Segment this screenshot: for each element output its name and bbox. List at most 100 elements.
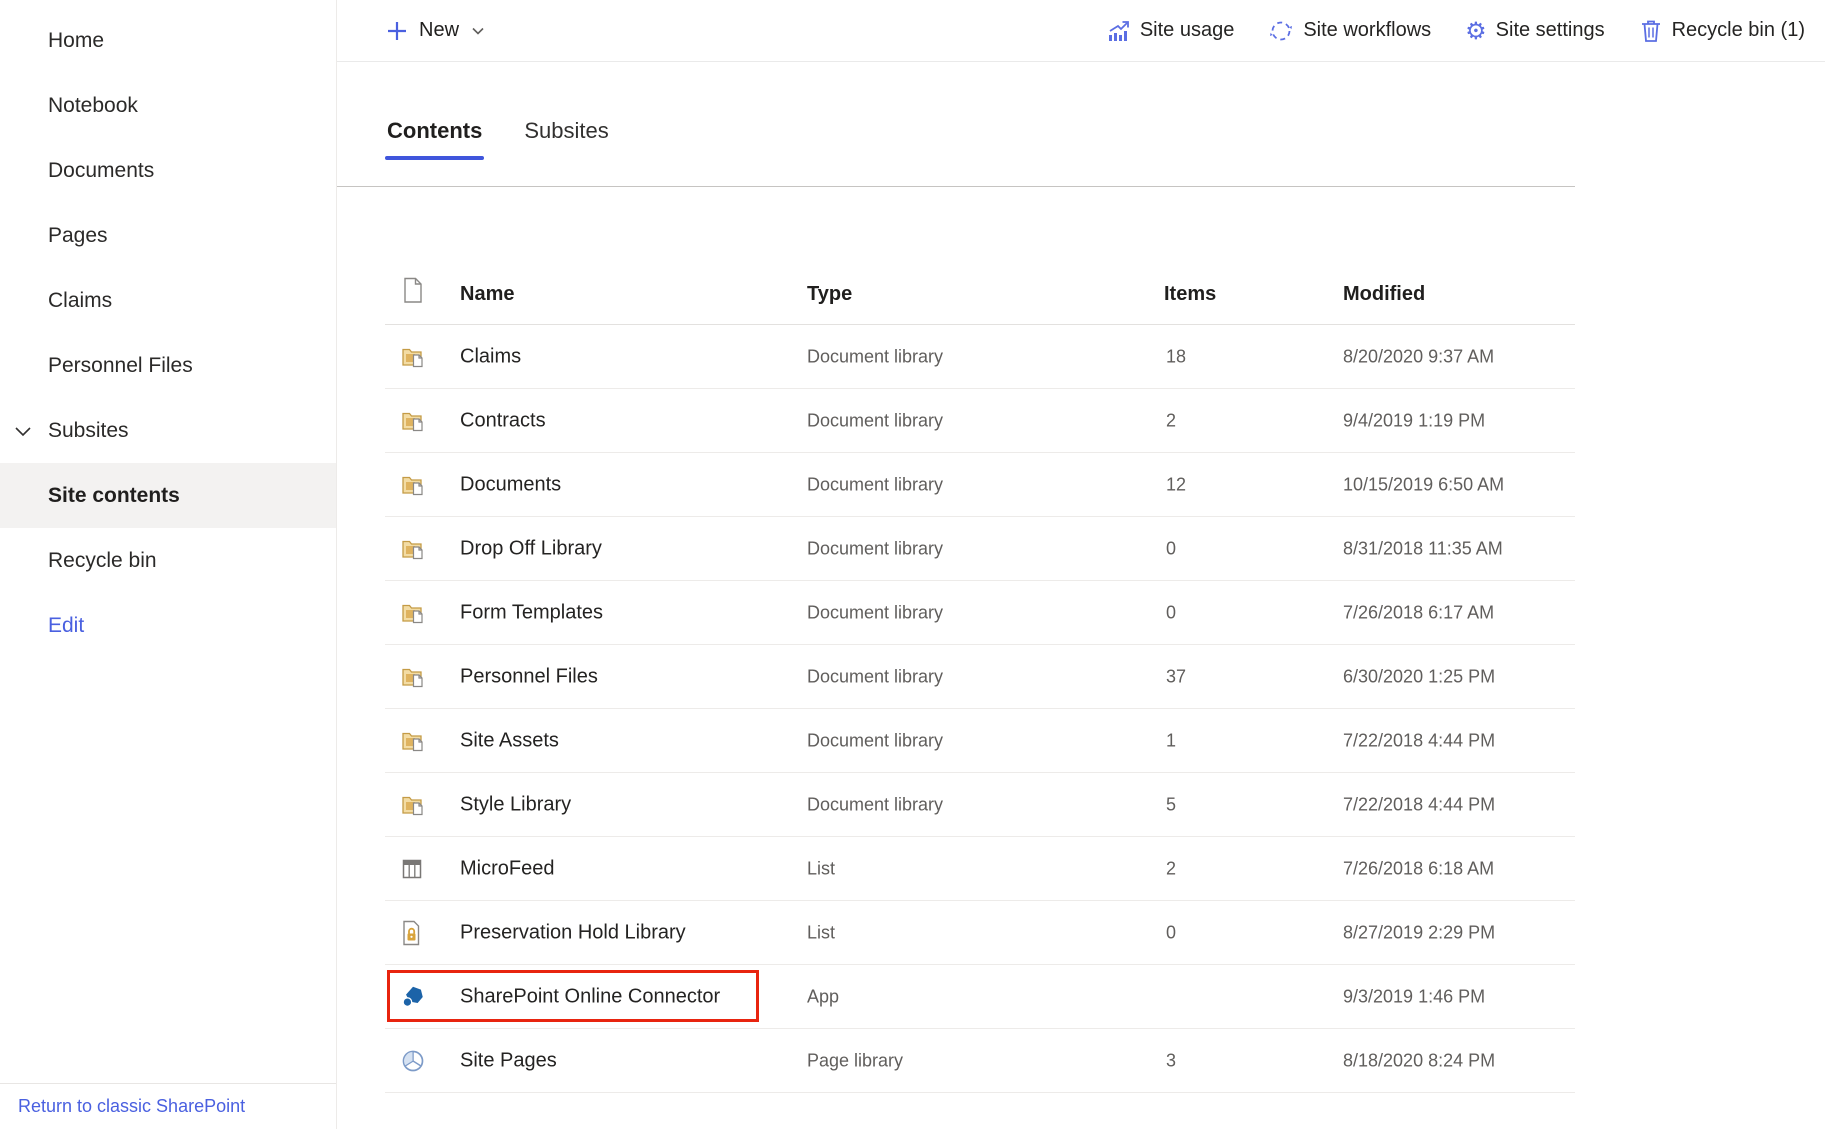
sidebar-item-edit[interactable]: Edit — [0, 593, 336, 658]
item-count: 0 — [1166, 538, 1176, 559]
column-header-items[interactable]: Items — [1164, 283, 1216, 306]
table-row-microfeed[interactable]: MicroFeedList27/26/2018 6:18 AM — [385, 837, 1575, 901]
command-bar: New Site usage Site workflows ⚙Site settin… — [337, 0, 1825, 62]
item-name[interactable]: Site Pages — [460, 1049, 557, 1072]
table-row-contracts[interactable]: ContractsDocument library29/4/2019 1:19 … — [385, 389, 1575, 453]
sidebar-item-label: Claims — [48, 289, 112, 313]
sidebar-item-personnel-files[interactable]: Personnel Files — [0, 333, 336, 398]
item-modified: 8/20/2020 9:37 AM — [1343, 346, 1494, 367]
table-row-drop-off-library[interactable]: Drop Off Library Document library 0 8/31/20… — [385, 517, 1575, 581]
item-type: Document library — [807, 346, 943, 367]
trash-icon — [1639, 18, 1663, 44]
table-header-row: Name Type Items Modified — [385, 187, 1575, 325]
item-name[interactable]: Preservation Hold Library — [460, 921, 686, 944]
action-label: Site usage — [1140, 19, 1235, 42]
tab-bar: Contents Subsites — [337, 62, 1575, 187]
contents-table: Name Type Items Modified Claims Document … — [385, 187, 1575, 1093]
sidebar-item-recycle-bin[interactable]: Recycle bin — [0, 528, 336, 593]
table-row-site-assets[interactable]: Site Assets Document library 1 7/22/2018 4:… — [385, 709, 1575, 773]
sidebar-item-notebook[interactable]: Notebook — [0, 73, 336, 138]
action-label: Site workflows — [1303, 19, 1431, 42]
column-header-type[interactable]: Type — [807, 283, 852, 306]
item-name[interactable]: Drop Off Library — [460, 537, 602, 560]
new-button-label: New — [419, 19, 459, 42]
item-type: App — [807, 986, 839, 1007]
item-type: List — [807, 922, 835, 943]
table-row-sharepoint-online-connector[interactable]: SharePoint Online ConnectorApp9/3/2019 1… — [385, 965, 1575, 1029]
item-modified: 8/27/2019 2:29 PM — [1343, 922, 1495, 943]
active-tab-underline — [385, 156, 484, 160]
sidebar-item-label: Notebook — [48, 94, 138, 118]
sharepoint-app-icon — [400, 984, 426, 1010]
sidebar-footer: Return to classic SharePoint — [0, 1083, 336, 1129]
tab-label: Contents — [385, 118, 484, 144]
tab-label: Subsites — [522, 118, 610, 144]
item-modified: 8/31/2018 11:35 AM — [1343, 538, 1503, 559]
table-row-personnel-files[interactable]: Personnel Files Document library 37 6/30/20… — [385, 645, 1575, 709]
item-name[interactable]: Personnel Files — [460, 665, 598, 688]
document-library-icon — [400, 664, 426, 690]
command-bar-actions: Site usage Site workflows ⚙Site settings Re… — [1105, 18, 1805, 44]
chevron-down-icon — [469, 22, 487, 40]
chevron-down-icon[interactable] — [12, 420, 34, 442]
item-name[interactable]: Form Templates — [460, 601, 603, 624]
item-name[interactable]: Site Assets — [460, 729, 559, 752]
chart-icon — [1105, 18, 1131, 44]
sidebar-item-site-contents[interactable]: Site contents — [0, 463, 336, 528]
item-name[interactable]: Style Library — [460, 793, 571, 816]
item-type: Document library — [807, 730, 943, 751]
item-count: 18 — [1166, 346, 1186, 367]
table-row-documents[interactable]: DocumentsDocument library1210/15/2019 6:… — [385, 453, 1575, 517]
item-type: Document library — [807, 666, 943, 687]
column-header-name[interactable]: Name — [460, 283, 514, 306]
sidebar-item-home[interactable]: Home — [0, 8, 336, 73]
document-library-icon — [400, 536, 426, 562]
site-usage-button[interactable]: Site usage — [1105, 18, 1235, 44]
document-library-icon — [400, 472, 426, 498]
item-type: Document library — [807, 794, 943, 815]
sidebar-item-claims[interactable]: Claims — [0, 268, 336, 333]
item-modified: 10/15/2019 6:50 AM — [1343, 474, 1504, 495]
item-count: 3 — [1166, 1050, 1176, 1071]
table-row-site-pages[interactable]: Site PagesPage library38/18/2020 8:24 PM — [385, 1029, 1575, 1093]
item-name[interactable]: SharePoint Online Connector — [460, 985, 720, 1008]
document-type-column-icon — [402, 277, 424, 310]
site-workflows-button[interactable]: Site workflows — [1268, 18, 1431, 44]
sidebar-item-pages[interactable]: Pages — [0, 203, 336, 268]
item-count: 37 — [1166, 666, 1186, 687]
item-name[interactable]: MicroFeed — [460, 857, 554, 880]
return-to-classic-link[interactable]: Return to classic SharePoint — [18, 1096, 245, 1117]
item-count: 2 — [1166, 858, 1176, 879]
item-name[interactable]: Claims — [460, 345, 521, 368]
recycle-bin-1-button[interactable]: Recycle bin (1) — [1639, 18, 1805, 44]
new-button[interactable]: New — [385, 19, 487, 43]
column-header-modified[interactable]: Modified — [1343, 283, 1425, 306]
sidebar-item-subsites[interactable]: Subsites — [0, 398, 336, 463]
item-type: Document library — [807, 602, 943, 623]
document-library-icon — [400, 728, 426, 754]
sidebar-item-documents[interactable]: Documents — [0, 138, 336, 203]
item-modified: 7/26/2018 6:18 AM — [1343, 858, 1494, 879]
gear-icon: ⚙ — [1465, 19, 1487, 43]
item-name[interactable]: Documents — [460, 473, 561, 496]
item-count: 1 — [1166, 730, 1176, 751]
item-modified: 7/22/2018 4:44 PM — [1343, 794, 1495, 815]
item-name[interactable]: Contracts — [460, 409, 546, 432]
table-row-preservation-hold-library[interactable]: Preservation Hold LibraryList08/27/2019 … — [385, 901, 1575, 965]
table-row-claims[interactable]: Claims Document library 18 8/20/2020 9:37 A… — [385, 325, 1575, 389]
action-label: Recycle bin (1) — [1672, 19, 1805, 42]
document-library-icon — [400, 344, 426, 370]
document-library-icon — [400, 792, 426, 818]
tab-subsites[interactable]: Subsites — [522, 118, 610, 186]
table-row-style-library[interactable]: Style LibraryDocument library57/22/2018 … — [385, 773, 1575, 837]
item-modified: 7/22/2018 4:44 PM — [1343, 730, 1495, 751]
item-modified: 6/30/2020 1:25 PM — [1343, 666, 1495, 687]
site-settings-button[interactable]: ⚙Site settings — [1465, 19, 1604, 43]
main-content: New Site usage Site workflows ⚙Site settin… — [337, 0, 1825, 1129]
tab-contents[interactable]: Contents — [385, 118, 484, 186]
item-type: Document library — [807, 474, 943, 495]
plus-icon — [385, 19, 409, 43]
site-pages-icon — [400, 1048, 426, 1074]
item-type: Document library — [807, 538, 943, 559]
table-row-form-templates[interactable]: Form TemplatesDocument library07/26/2018… — [385, 581, 1575, 645]
